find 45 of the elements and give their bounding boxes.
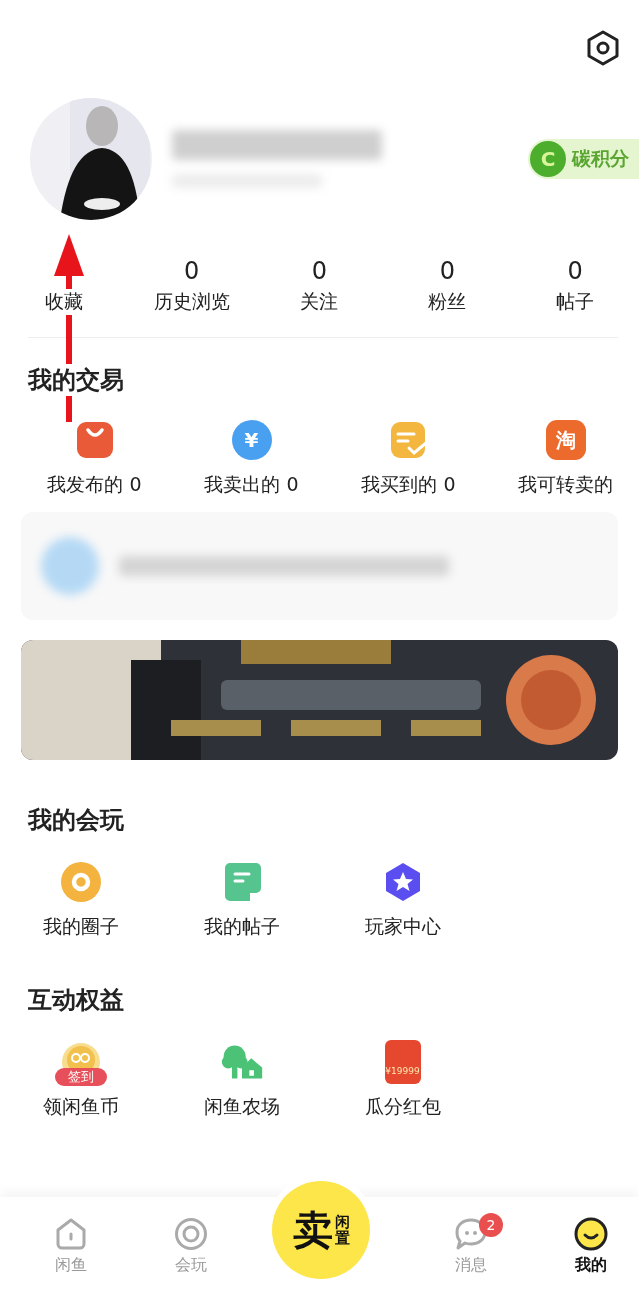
stat-item[interactable]: 0 关注 [255,245,384,325]
item-label: 我的圈子 [42,914,119,939]
stat-item[interactable]: 0 帖子 [511,245,639,325]
item-label: 我的帖子 [203,914,280,939]
item-label: 瓜分红包 [364,1094,441,1119]
menu-item[interactable]: 我发布的 0 [16,418,173,498]
menu-item[interactable]: 闲鱼农场 [161,1040,322,1120]
menu-item[interactable]: ¥ 我卖出的 0 [173,418,330,498]
menu-item[interactable]: 我买到的 0 [330,418,487,498]
menu-item[interactable]: 我的圈子 [0,860,161,940]
stat-value: 0 [184,257,200,285]
chat-icon [454,1217,488,1251]
item-label: 我可转卖的 [518,472,613,497]
menu-item[interactable]: 淘 我可转卖的 [487,418,639,498]
stat-item[interactable]: 收藏 [0,245,128,325]
item-label: 领闲鱼币 [42,1094,119,1119]
item-label: 我买到的 0 [361,472,456,497]
nav-tab[interactable]: 我的 [536,1197,639,1311]
stat-label: 收藏 [44,289,83,315]
unread-badge: 2 [479,1213,503,1237]
bag-icon [74,420,115,460]
stat-value: 0 [567,257,583,285]
target-icon [174,1217,208,1251]
section-title: 我的交易 [28,364,124,396]
stat-item[interactable]: 0 历史浏览 [127,245,256,325]
stat-item[interactable]: 0 粉丝 [383,245,512,325]
menu-item[interactable]: 签到 领闲鱼币 [0,1040,161,1120]
stat-value: 0 [311,257,328,285]
envelope-icon: ¥19999 [384,1040,421,1084]
item-label: 我卖出的 0 [204,472,299,497]
home-icon [54,1217,88,1251]
yuan-icon: ¥ [231,420,272,460]
tao-icon: 淘 [545,420,586,460]
item-label: 玩家中心 [364,914,441,939]
ring-icon [60,862,101,902]
smiley-icon [573,1217,608,1251]
sign-in-tag: 签到 [54,1068,107,1086]
menu-item[interactable]: 我的帖子 [161,860,322,940]
nav-tab[interactable]: 消息 2 [406,1197,536,1311]
stat-value: 0 [439,257,455,285]
menu-item[interactable]: ¥19999 瓜分红包 [322,1040,483,1120]
settings-icon[interactable] [585,29,621,66]
item-label: 闲鱼农场 [203,1094,280,1119]
menu-item[interactable]: 玩家中心 [322,860,483,940]
item-label: 我发布的 0 [47,472,142,497]
